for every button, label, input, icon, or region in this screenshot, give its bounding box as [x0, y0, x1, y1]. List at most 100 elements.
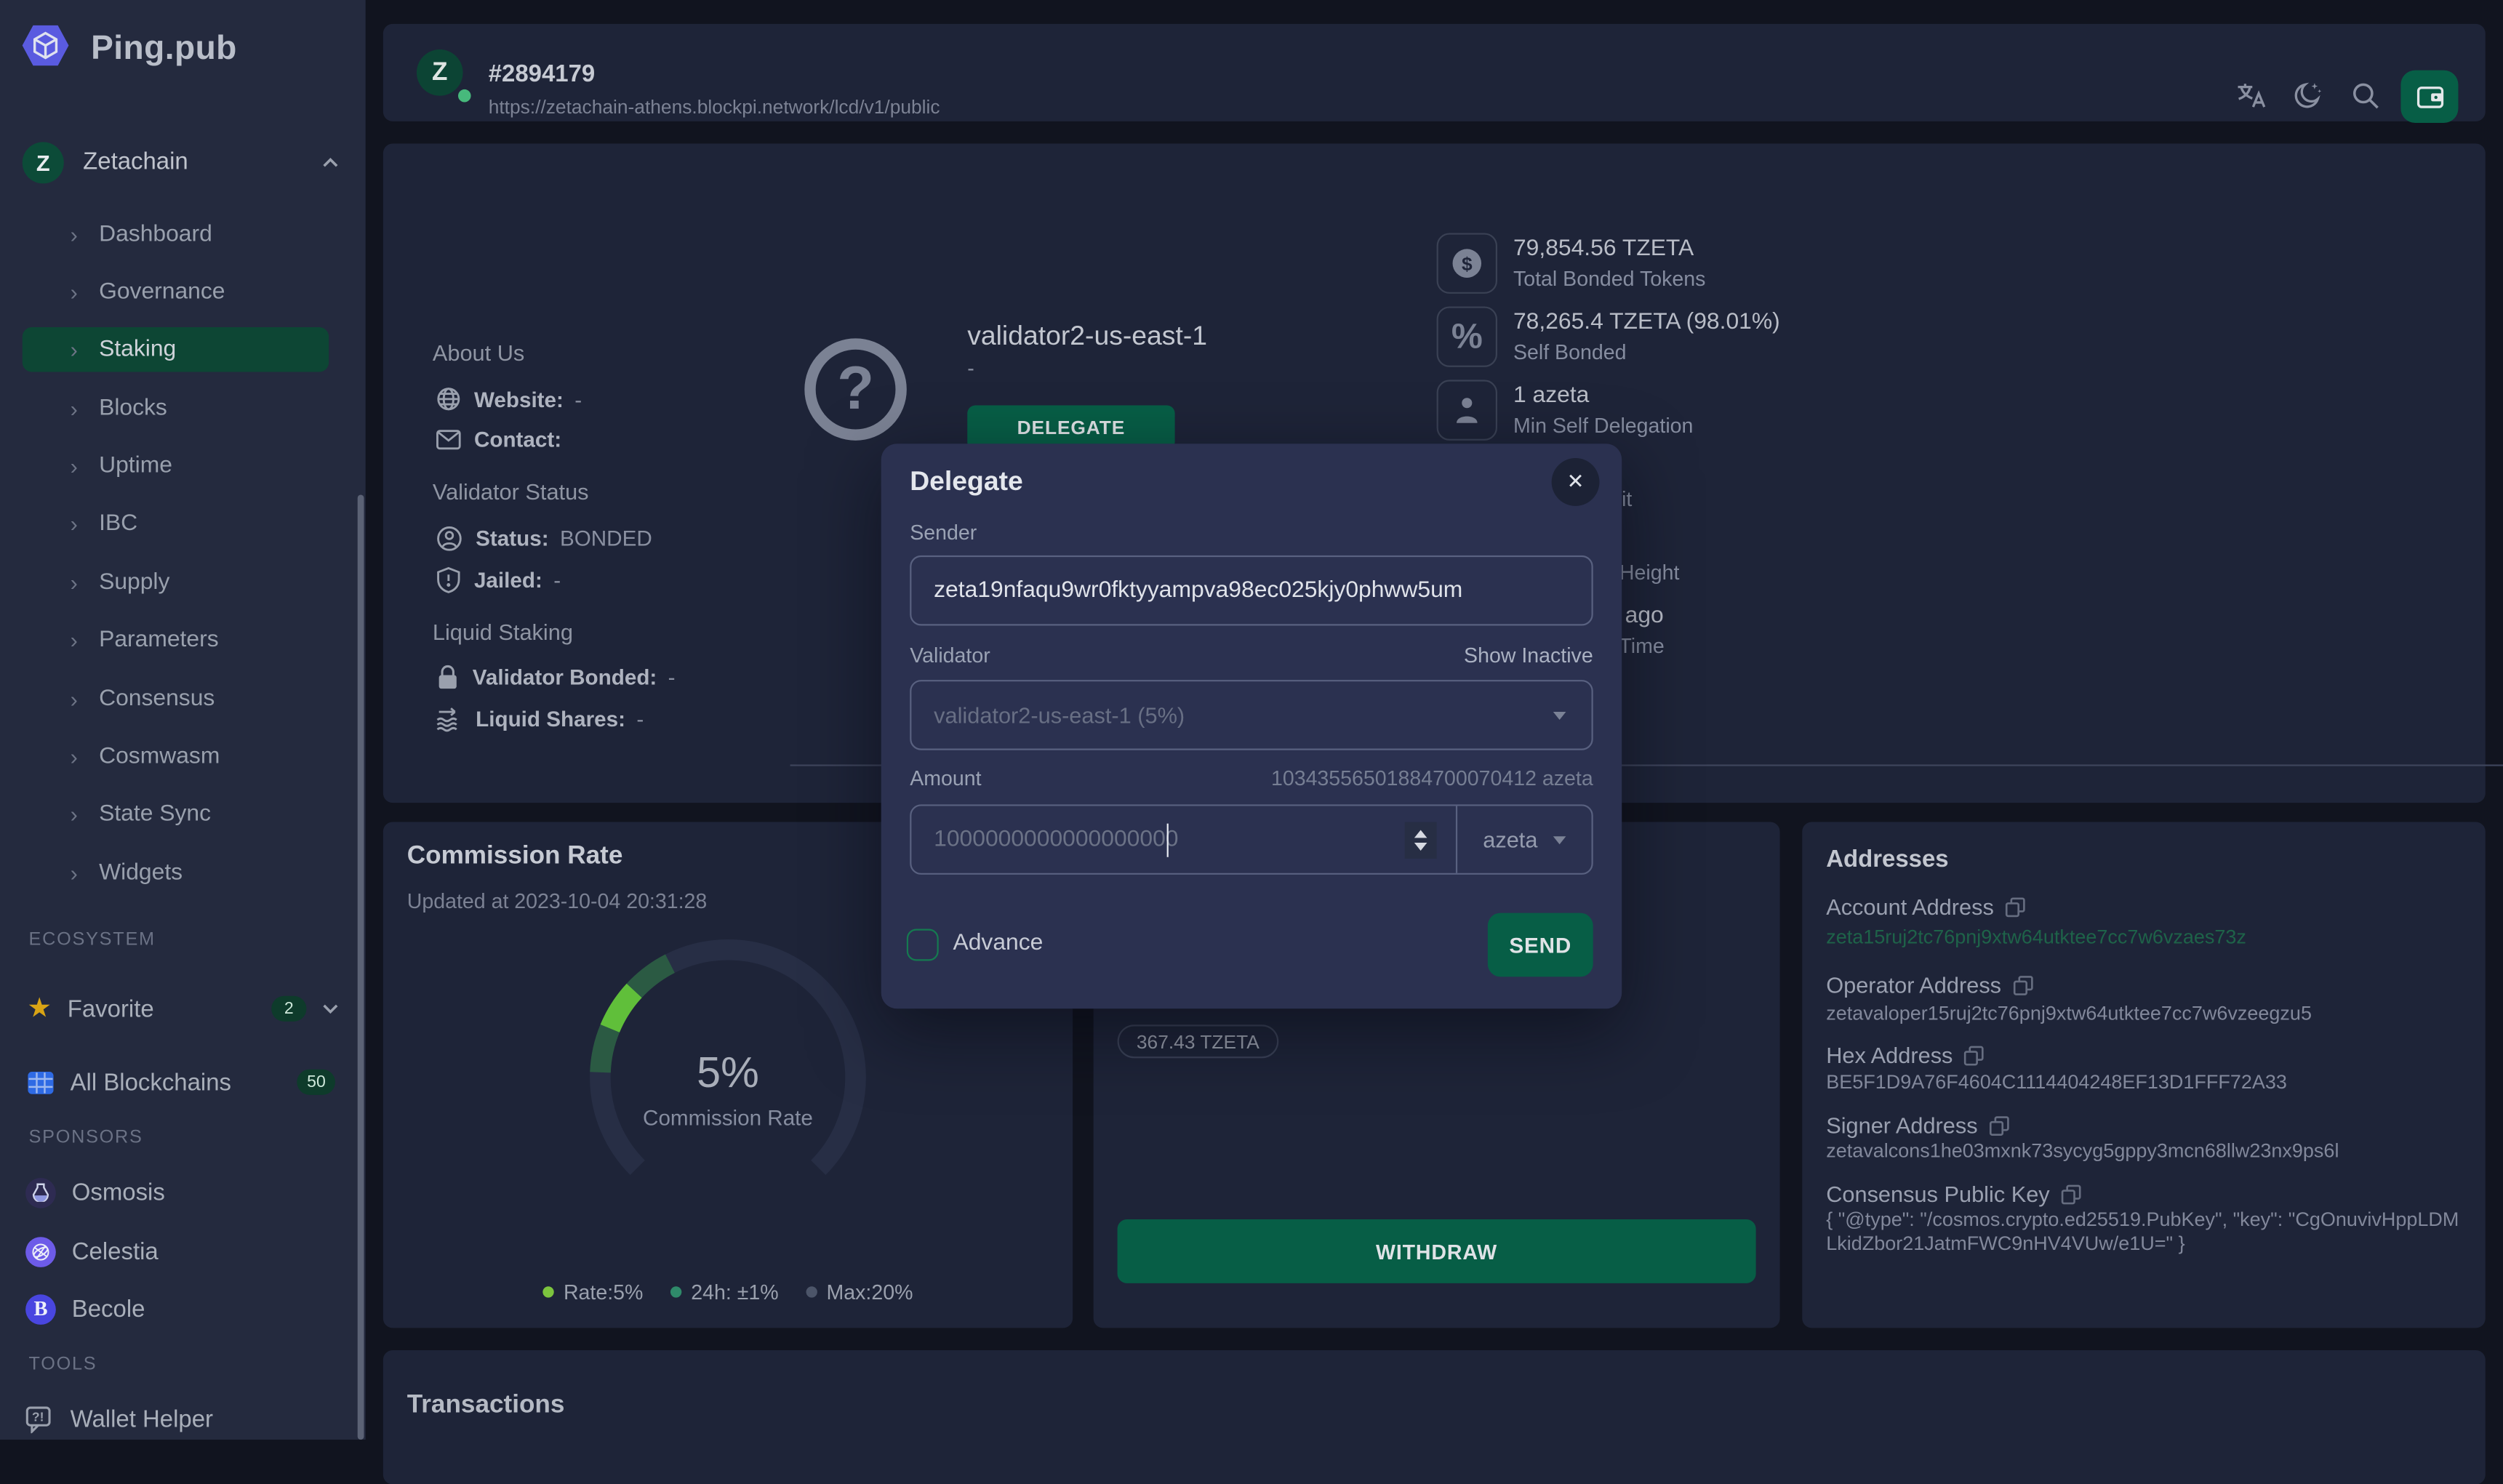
waves-icon	[436, 705, 462, 732]
sidebar-scrollbar[interactable]	[358, 494, 364, 1439]
amount-input[interactable]: 1000000000000000000	[934, 827, 1178, 852]
person-badge-icon	[436, 525, 462, 552]
transactions-title: Transactions	[407, 1392, 565, 1421]
stat-self-bonded: % 78,265.4 TZETA (98.01%) Self Bonded	[1437, 306, 2107, 366]
number-stepper[interactable]	[1405, 822, 1437, 858]
sidebar-item-dashboard[interactable]: › Dashboard	[23, 212, 329, 257]
hex-address-value: BE5F1D9A76F4604C1114404248EF13D1FFF72A33	[1826, 1071, 2464, 1096]
sidebar: Ping.pub Z Zetachain › Dashboard › Gover…	[0, 0, 366, 1440]
copy-icon[interactable]	[2012, 974, 2033, 995]
brand[interactable]: Ping.pub	[21, 21, 237, 79]
becole-icon: B	[25, 1294, 56, 1324]
website-row: Website: -	[436, 386, 582, 412]
max-dot	[806, 1286, 817, 1297]
search-icon[interactable]	[2350, 80, 2382, 112]
chevron-right-icon: ›	[71, 510, 100, 536]
topbar: Z #2894179 https://zetachain-athens.bloc…	[383, 24, 2486, 121]
chain-name: Zetachain	[83, 148, 319, 175]
sponsors-header: SPONSORS	[29, 1128, 143, 1147]
tools-header: TOOLS	[29, 1355, 97, 1374]
chevron-down-icon	[319, 998, 342, 1020]
sidebar-item-state-sync[interactable]: › State Sync	[23, 792, 329, 836]
sidebar-item-celestia[interactable]: Celestia	[23, 1230, 342, 1272]
operator-address-label: Operator Address	[1826, 972, 2033, 998]
modal-title: Delegate	[910, 466, 1023, 498]
delegate-modal: Delegate ✕ Sender Validator Show Inactiv…	[881, 444, 1622, 1008]
copy-icon[interactable]	[1964, 1045, 1985, 1066]
validator-bonded-row: Validator Bonded: -	[436, 664, 675, 691]
status-row: Status: BONDED	[436, 525, 652, 552]
liquid-shares-row: Liquid Shares: -	[436, 705, 644, 732]
withdraw-button[interactable]: WITHDRAW	[1118, 1219, 1756, 1283]
sidebar-item-becole[interactable]: B Becole	[23, 1288, 342, 1329]
chevron-right-icon: ›	[71, 337, 100, 362]
sidebar-item-cosmwasm[interactable]: › Cosmwasm	[23, 734, 329, 779]
sender-field-wrap	[910, 556, 1593, 626]
currency-select[interactable]: azeta	[1483, 827, 1537, 852]
send-button[interactable]: SEND	[1488, 913, 1593, 977]
validator-avatar: ?	[804, 338, 906, 440]
rewards-amount-badge[interactable]: 367.43 TZETA	[1118, 1024, 1279, 1058]
dark-mode-icon[interactable]	[2292, 80, 2324, 112]
sidebar-item-parameters[interactable]: › Parameters	[23, 618, 329, 662]
signer-address-value: zetavalcons1he03mxnk73sycyg5gppy3mcn68ll…	[1826, 1139, 2464, 1164]
account-address-value[interactable]: zeta15ruj2tc76pnj9xtw64utktee7cc7w6vzaes…	[1826, 926, 2464, 950]
addresses-title: Addresses	[1826, 846, 1948, 873]
consensus-key-label: Consensus Public Key	[1826, 1181, 2081, 1206]
account-address-label: Account Address	[1826, 894, 2026, 919]
sidebar-item-consensus[interactable]: › Consensus	[23, 677, 329, 721]
sidebar-item-uptime[interactable]: › Uptime	[23, 444, 329, 488]
chevron-right-icon: ›	[71, 801, 100, 827]
copy-icon[interactable]	[1989, 1115, 2010, 1136]
wallet-button[interactable]	[2400, 71, 2458, 123]
sidebar-item-favorite[interactable]: ★ Favorite 2	[23, 988, 342, 1030]
chevron-right-icon: ›	[71, 744, 100, 769]
amount-field-wrap: 1000000000000000000 azeta	[910, 804, 1593, 875]
sidebar-item-staking[interactable]: › Staking	[23, 327, 329, 372]
translate-icon[interactable]	[2235, 80, 2267, 112]
star-icon: ★	[27, 992, 51, 1024]
liquid-title: Liquid Staking	[433, 619, 573, 645]
gauge-label: Commission Rate	[568, 1106, 887, 1130]
operator-address-value: zetavaloper15ruj2tc76pnj9xtw64utktee7cc7…	[1826, 1003, 2464, 1027]
svg-text:$: $	[1462, 253, 1473, 275]
sidebar-item-wallet-helper[interactable]: ?! Wallet Helper	[23, 1398, 342, 1440]
stat-total-bonded: $ 79,854.56 TZETA Total Bonded Tokens	[1437, 233, 2107, 293]
chain-selector[interactable]: Z Zetachain	[23, 140, 342, 183]
page: Ping.pub Z Zetachain › Dashboard › Gover…	[0, 0, 2503, 1440]
sidebar-item-osmosis[interactable]: Osmosis	[23, 1171, 342, 1213]
stat-min-self-delegation: 1 azeta Min Self Delegation	[1437, 380, 2107, 440]
about-title: About Us	[433, 340, 524, 366]
sidebar-item-supply[interactable]: › Supply	[23, 560, 329, 604]
show-inactive-toggle[interactable]: Show Inactive	[1464, 643, 1593, 667]
chevron-right-icon: ›	[71, 222, 100, 247]
sidebar-item-widgets[interactable]: › Widgets	[23, 851, 329, 895]
coin-icon: $	[1437, 233, 1497, 293]
chevron-right-icon: ›	[71, 396, 100, 421]
chat-help-icon: ?!	[25, 1405, 55, 1432]
advance-checkbox[interactable]	[907, 929, 939, 961]
close-icon[interactable]: ✕	[1552, 458, 1600, 506]
sidebar-item-ibc[interactable]: › IBC	[23, 501, 329, 545]
addresses-card: Addresses Account Address zeta15ruj2tc76…	[1802, 822, 2486, 1328]
sidebar-item-all-blockchains[interactable]: All Blockchains 50	[23, 1062, 342, 1103]
svg-text:?!: ?!	[32, 1409, 44, 1424]
brand-name: Ping.pub	[91, 31, 237, 69]
copy-icon[interactable]	[2061, 1184, 2082, 1205]
sender-input[interactable]	[911, 557, 1591, 624]
wallet-icon	[2416, 84, 2443, 108]
sidebar-item-blocks[interactable]: › Blocks	[23, 386, 329, 430]
jailed-row: Jailed: -	[436, 566, 561, 593]
percent-icon: %	[1437, 306, 1497, 366]
commission-title: Commission Rate	[407, 843, 623, 872]
shield-alert-icon	[436, 566, 461, 593]
mail-icon	[436, 429, 461, 450]
copy-icon[interactable]	[2005, 897, 2026, 918]
consensus-key-value: { "@type": "/cosmos.crypto.ed25519.PubKe…	[1826, 1208, 2464, 1257]
pingpub-logo-icon	[21, 21, 71, 79]
favorite-count-badge: 2	[271, 996, 306, 1022]
sidebar-item-governance[interactable]: › Governance	[23, 270, 329, 314]
validator-select[interactable]: validator2-us-east-1 (5%)	[910, 680, 1593, 750]
gauge-value: 5%	[568, 1048, 887, 1098]
osmosis-icon	[25, 1177, 56, 1208]
